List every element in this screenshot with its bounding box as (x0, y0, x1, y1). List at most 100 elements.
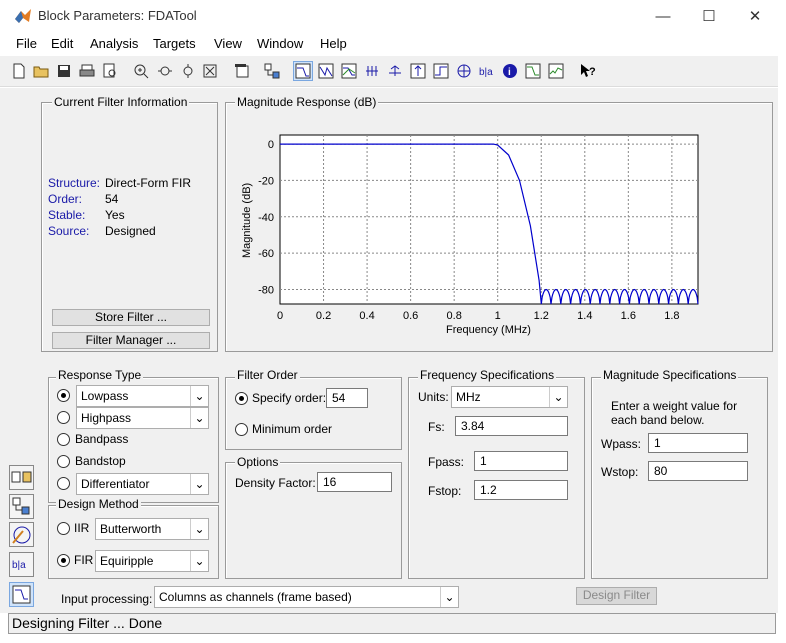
impulse-response-icon[interactable] (408, 61, 428, 81)
minimum-order-radio[interactable] (235, 423, 248, 436)
stable-value: Yes (105, 208, 125, 222)
chevron-down-icon: ⌄ (190, 551, 208, 571)
input-processing-select[interactable]: Columns as channels (frame based) ⌄ (154, 586, 459, 608)
bandstop-radio[interactable] (57, 455, 70, 468)
differentiator-radio[interactable] (57, 477, 70, 490)
order-label: Order: (48, 192, 83, 206)
fstop-field[interactable]: 1.2 (474, 480, 568, 500)
svg-text:i: i (508, 67, 511, 78)
realize-model-icon[interactable] (9, 494, 34, 519)
magnitude-response-plot: 0 0.2 0.4 0.6 0.8 1 1.2 1.4 1.6 1.80-20-40-60-80 … (241, 134, 699, 336)
bandpass-radio[interactable] (57, 433, 70, 446)
source-value: Designed (105, 224, 156, 238)
iir-method-value: Butterworth (100, 522, 162, 536)
iir-label: IIR (74, 521, 90, 535)
x-tick-label: 0 (277, 310, 283, 322)
iir-method-select[interactable]: Butterworth ⌄ (95, 518, 209, 540)
highpass-radio[interactable] (57, 411, 70, 424)
phase-response-icon[interactable] (316, 61, 336, 81)
design-method-title: Design Method (56, 497, 141, 511)
units-label: Units: (418, 390, 449, 404)
menu-file[interactable]: File (16, 36, 37, 51)
filter-structure-icon[interactable] (262, 61, 282, 81)
coefficients-icon[interactable]: b|a (477, 61, 497, 81)
highpass-select[interactable]: Highpass ⌄ (76, 407, 209, 429)
fir-method-select[interactable]: Equiripple ⌄ (95, 550, 209, 572)
new-window-icon[interactable] (232, 61, 252, 81)
wstop-field[interactable]: 80 (648, 461, 748, 481)
lowpass-select[interactable]: Lowpass ⌄ (76, 385, 209, 407)
specify-order-radio[interactable] (235, 392, 248, 405)
magnitude-response-icon[interactable] (293, 61, 313, 81)
print-icon[interactable] (77, 61, 97, 81)
zoom-x-icon[interactable] (155, 61, 175, 81)
menu-window[interactable]: Window (257, 36, 303, 51)
design-filter-button[interactable]: Design Filter (576, 587, 657, 605)
units-value: MHz (456, 390, 481, 404)
input-processing-label: Input processing: (61, 592, 153, 606)
step-response-icon[interactable] (431, 61, 451, 81)
new-icon[interactable] (9, 61, 29, 81)
zoom-y-icon[interactable] (178, 61, 198, 81)
fs-field[interactable]: 3.84 (455, 416, 568, 436)
open-icon[interactable] (31, 61, 51, 81)
units-select[interactable]: MHz ⌄ (451, 386, 568, 408)
menu-help[interactable]: Help (320, 36, 347, 51)
fir-label: FIR (74, 553, 94, 567)
fstop-label: Fstop: (428, 484, 462, 498)
pole-zero-editor-icon[interactable] (9, 522, 34, 547)
x-tick-label: 1.4 (577, 310, 592, 322)
lowpass-radio[interactable] (57, 389, 70, 402)
maximize-button[interactable]: ☐ (686, 0, 732, 32)
filter-order-panel (225, 377, 402, 450)
filter-manager-button[interactable]: Filter Manager ... (52, 332, 210, 349)
menu-view[interactable]: View (214, 36, 242, 51)
plot-panel-title: Magnitude Response (dB) (235, 95, 379, 109)
zoom-in-icon[interactable] (131, 61, 151, 81)
magnitude-estimate-icon[interactable] (523, 61, 543, 81)
y-tick-label: 0 (268, 139, 274, 151)
menu-edit[interactable]: Edit (51, 36, 73, 51)
save-icon[interactable] (54, 61, 74, 81)
menu-targets[interactable]: Targets (153, 36, 196, 51)
close-button[interactable]: ✕ (732, 0, 778, 32)
response-type-title: Response Type (56, 368, 144, 382)
minimize-button[interactable]: — (640, 0, 686, 32)
group-delay-icon[interactable] (362, 61, 382, 81)
fir-radio[interactable] (57, 554, 70, 567)
current-filter-title: Current Filter Information (52, 95, 190, 109)
svg-text:b|a: b|a (12, 560, 26, 571)
pole-zero-icon[interactable] (454, 61, 474, 81)
bandpass-label: Bandpass (75, 432, 129, 446)
transform-filter-icon[interactable] (9, 465, 34, 490)
minimum-order-label: Minimum order (252, 422, 333, 436)
magnitude-phase-icon[interactable] (339, 61, 359, 81)
roundoff-noise-icon[interactable] (546, 61, 566, 81)
differentiator-select[interactable]: Differentiator ⌄ (76, 473, 209, 495)
whats-this-help-icon[interactable]: ? (578, 61, 598, 81)
design-filter-panel-icon[interactable] (9, 582, 34, 607)
y-tick-label: -20 (258, 175, 274, 187)
iir-radio[interactable] (57, 522, 70, 535)
full-view-icon[interactable] (200, 61, 220, 81)
x-tick-label: 0.2 (316, 310, 331, 322)
chevron-down-icon: ⌄ (440, 587, 458, 607)
filter-info-icon[interactable]: i (500, 61, 520, 81)
x-tick-label: 1.6 (621, 310, 636, 322)
store-filter-button[interactable]: Store Filter ... (52, 309, 210, 326)
chevron-down-icon: ⌄ (190, 474, 208, 494)
status-bar: Designing Filter ... Done (8, 613, 776, 634)
fpass-field[interactable]: 1 (474, 451, 568, 471)
x-tick-label: 0.4 (359, 310, 374, 322)
density-factor-field[interactable]: 16 (317, 472, 392, 492)
phase-delay-icon[interactable] (385, 61, 405, 81)
bandstop-label: Bandstop (75, 454, 126, 468)
print-preview-icon[interactable] (100, 61, 120, 81)
menu-analysis[interactable]: Analysis (90, 36, 138, 51)
wpass-field[interactable]: 1 (648, 433, 748, 453)
fs-label: Fs: (428, 420, 445, 434)
structure-value: Direct-Form FIR (105, 176, 191, 190)
order-field[interactable]: 54 (326, 388, 368, 408)
svg-text:?: ? (589, 66, 596, 78)
import-filter-icon[interactable]: b|a (9, 552, 34, 577)
